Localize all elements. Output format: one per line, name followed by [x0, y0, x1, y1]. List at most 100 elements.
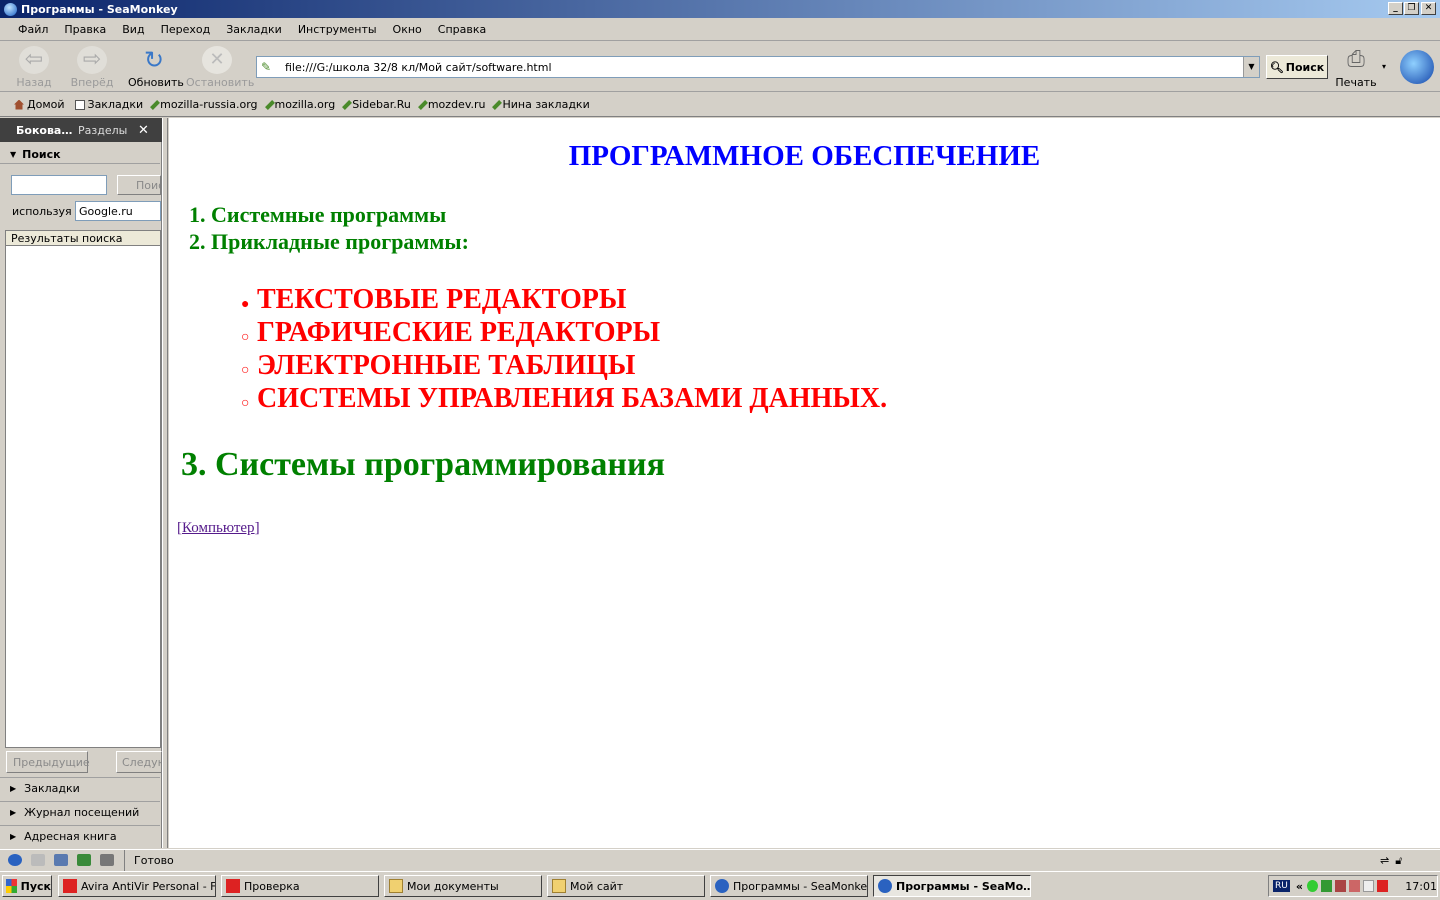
taskbar: Пуск Avira AntiVir Personal - F… Проверк…: [0, 871, 1440, 900]
sidebar-close-icon[interactable]: ✕: [138, 123, 149, 138]
menu-tools[interactable]: Инструменты: [290, 23, 385, 36]
status-text: Готово: [134, 853, 174, 867]
language-indicator[interactable]: RU: [1273, 880, 1290, 892]
status-indicators: ⇌ 🔓︎: [1380, 852, 1438, 869]
status-bar: Готово ⇌ 🔓︎: [0, 849, 1440, 871]
menu-go[interactable]: Переход: [153, 23, 219, 36]
bookmark-mozilla[interactable]: mozilla.org: [264, 98, 335, 111]
sidebar-search-header[interactable]: ▼ Поиск: [0, 146, 160, 164]
back-button[interactable]: ⇦ Назад: [14, 46, 54, 89]
clock: 17:01: [1405, 879, 1437, 893]
home-icon: [14, 99, 24, 110]
task-scan[interactable]: Проверка: [221, 875, 379, 897]
bookmarks-toolbar: Домой Закладки mozilla-russia.org mozill…: [0, 93, 1440, 117]
sidebar-search-button[interactable]: Поис: [117, 175, 161, 195]
task-seamonkey-2[interactable]: Программы - SeaMo…: [873, 875, 1031, 897]
tray-app-icon[interactable]: [1320, 880, 1333, 892]
close-window-button[interactable]: ✕: [1421, 2, 1436, 15]
browser-icon[interactable]: [8, 854, 22, 866]
bookmark-home-label: Домой: [27, 98, 65, 111]
subitem-label: ГРАФИЧЕСКИЕ РЕДАКТОРЫ: [257, 317, 661, 348]
expand-triangle-icon: ▶: [10, 784, 17, 793]
addressbook-icon[interactable]: [100, 854, 114, 866]
bookmark-home[interactable]: Домой: [14, 98, 65, 111]
menu-window[interactable]: Окно: [385, 23, 430, 36]
url-dropdown-icon[interactable]: ▼: [1243, 57, 1259, 77]
task-seamonkey-1[interactable]: Программы - SeaMonkey: [710, 875, 868, 897]
mail-icon[interactable]: [31, 854, 45, 866]
search-results-list[interactable]: [5, 246, 161, 748]
task-my-documents[interactable]: Мои документы: [384, 875, 542, 897]
task-my-site[interactable]: Мой сайт: [547, 875, 705, 897]
window-title: Программы - SeaMonkey: [21, 2, 178, 16]
magnifier-icon: 🔍︎: [1269, 60, 1284, 74]
sidebar-section-bookmarks[interactable]: ▶ Закладки: [0, 777, 160, 799]
search-button[interactable]: 🔍︎ Поиск: [1266, 55, 1328, 79]
sidebar-splitter[interactable]: [162, 118, 168, 848]
menu-edit[interactable]: Правка: [56, 23, 114, 36]
bookmark-nina[interactable]: Нина закладки: [492, 98, 590, 111]
system-tray: RU « 17:01: [1268, 875, 1438, 897]
stop-button[interactable]: ✕ Остановить: [186, 46, 254, 89]
page-heading: ПРОГРАММНОЕ ОБЕСПЕЧЕНИЕ: [568, 140, 1041, 172]
menu-file[interactable]: Файл: [10, 23, 56, 36]
page-icon: ✎: [261, 60, 272, 74]
sidebar-tab-sidebar[interactable]: Бокова…: [0, 124, 78, 137]
task-label: Avira AntiVir Personal - F…: [81, 879, 216, 893]
print-button[interactable]: ⎙ Печать: [1334, 46, 1378, 89]
menubar: Файл Правка Вид Переход Закладки Инструм…: [0, 19, 1440, 41]
task-avira[interactable]: Avira AntiVir Personal - F…: [58, 875, 216, 897]
reload-button[interactable]: ↻ Обновить: [128, 46, 184, 89]
chat-icon[interactable]: [54, 854, 68, 866]
start-button[interactable]: Пуск: [2, 875, 52, 897]
bookmark-mozdev[interactable]: mozdev.ru: [417, 98, 485, 111]
security-lock-icon[interactable]: 🔓︎: [1395, 854, 1402, 868]
sidebar-section-addressbook[interactable]: ▶ Адресная книга: [0, 825, 160, 847]
menu-help[interactable]: Справка: [430, 23, 494, 36]
task-label: Программы - SeaMonkey: [733, 879, 868, 893]
sidebar-tab-sections[interactable]: Разделы: [78, 124, 138, 137]
menu-bookmarks[interactable]: Закладки: [218, 23, 290, 36]
sidebar-section-label: Закладки: [24, 782, 80, 795]
seamonkey-logo-icon[interactable]: [1400, 50, 1434, 84]
search-button-label: Поиск: [1285, 60, 1325, 74]
bookmark-folder[interactable]: Закладки: [74, 98, 144, 111]
task-label: Мой сайт: [570, 879, 624, 893]
menu-view[interactable]: Вид: [114, 23, 152, 36]
forward-arrow-icon: ⇨: [77, 46, 107, 74]
subitem-label: СИСТЕМЫ УПРАВЛЕНИЯ БАЗАМИ ДАННЫХ.: [257, 383, 888, 414]
tray-expand-icon[interactable]: «: [1296, 880, 1303, 893]
sidebar-section-history[interactable]: ▶ Журнал посещений: [0, 801, 160, 823]
previous-results-button[interactable]: Предыдущие: [6, 751, 90, 773]
search-engine-select[interactable]: Google.ru: [75, 201, 161, 221]
subitem-label: ТЕКСТОВЫЕ РЕДАКТОРЫ: [257, 284, 627, 315]
sidebar-search-input[interactable]: [11, 175, 107, 195]
minimize-button[interactable]: _: [1388, 2, 1403, 15]
maximize-button[interactable]: ❐: [1404, 2, 1419, 15]
bookmark-mozilla-russia[interactable]: mozilla-russia.org: [150, 98, 258, 111]
forward-label: Вперёд: [70, 76, 114, 89]
tray-app-icon[interactable]: [1349, 880, 1361, 892]
bookmark-folder-label: Закладки: [87, 98, 144, 111]
url-bar[interactable]: ✎ file:///G:/школа 32/8 кл/Мой сайт/soft…: [256, 56, 1260, 78]
composer-icon[interactable]: [77, 854, 91, 866]
avira-tray-icon[interactable]: [1377, 880, 1389, 892]
tray-app-icon[interactable]: [1335, 880, 1347, 892]
bullet-circle-icon: ○: [241, 363, 250, 378]
back-arrow-icon: ⇦: [19, 46, 49, 74]
bookmark-sidebar-ru[interactable]: Sidebar.Ru: [342, 98, 411, 111]
online-plug-icon[interactable]: ⇌: [1380, 854, 1389, 867]
reload-label: Обновить: [128, 76, 184, 89]
bullet-disc-icon: ●: [241, 297, 250, 312]
sidebar-section-label: Журнал посещений: [24, 806, 140, 819]
print-dropdown-icon[interactable]: ▾: [1382, 62, 1386, 71]
tray-app-icon[interactable]: [1306, 880, 1318, 892]
next-results-button[interactable]: Следую: [116, 751, 162, 773]
printer-icon: ⎙: [1347, 47, 1365, 72]
forward-button[interactable]: ⇨ Вперёд: [70, 46, 114, 89]
tray-app-icon[interactable]: [1363, 880, 1375, 892]
url-text: file:///G:/школа 32/8 кл/Мой сайт/softwa…: [285, 60, 552, 74]
avira-icon: [226, 879, 240, 893]
computer-link[interactable]: Компьютер: [182, 520, 255, 536]
print-label: Печать: [1335, 76, 1377, 89]
